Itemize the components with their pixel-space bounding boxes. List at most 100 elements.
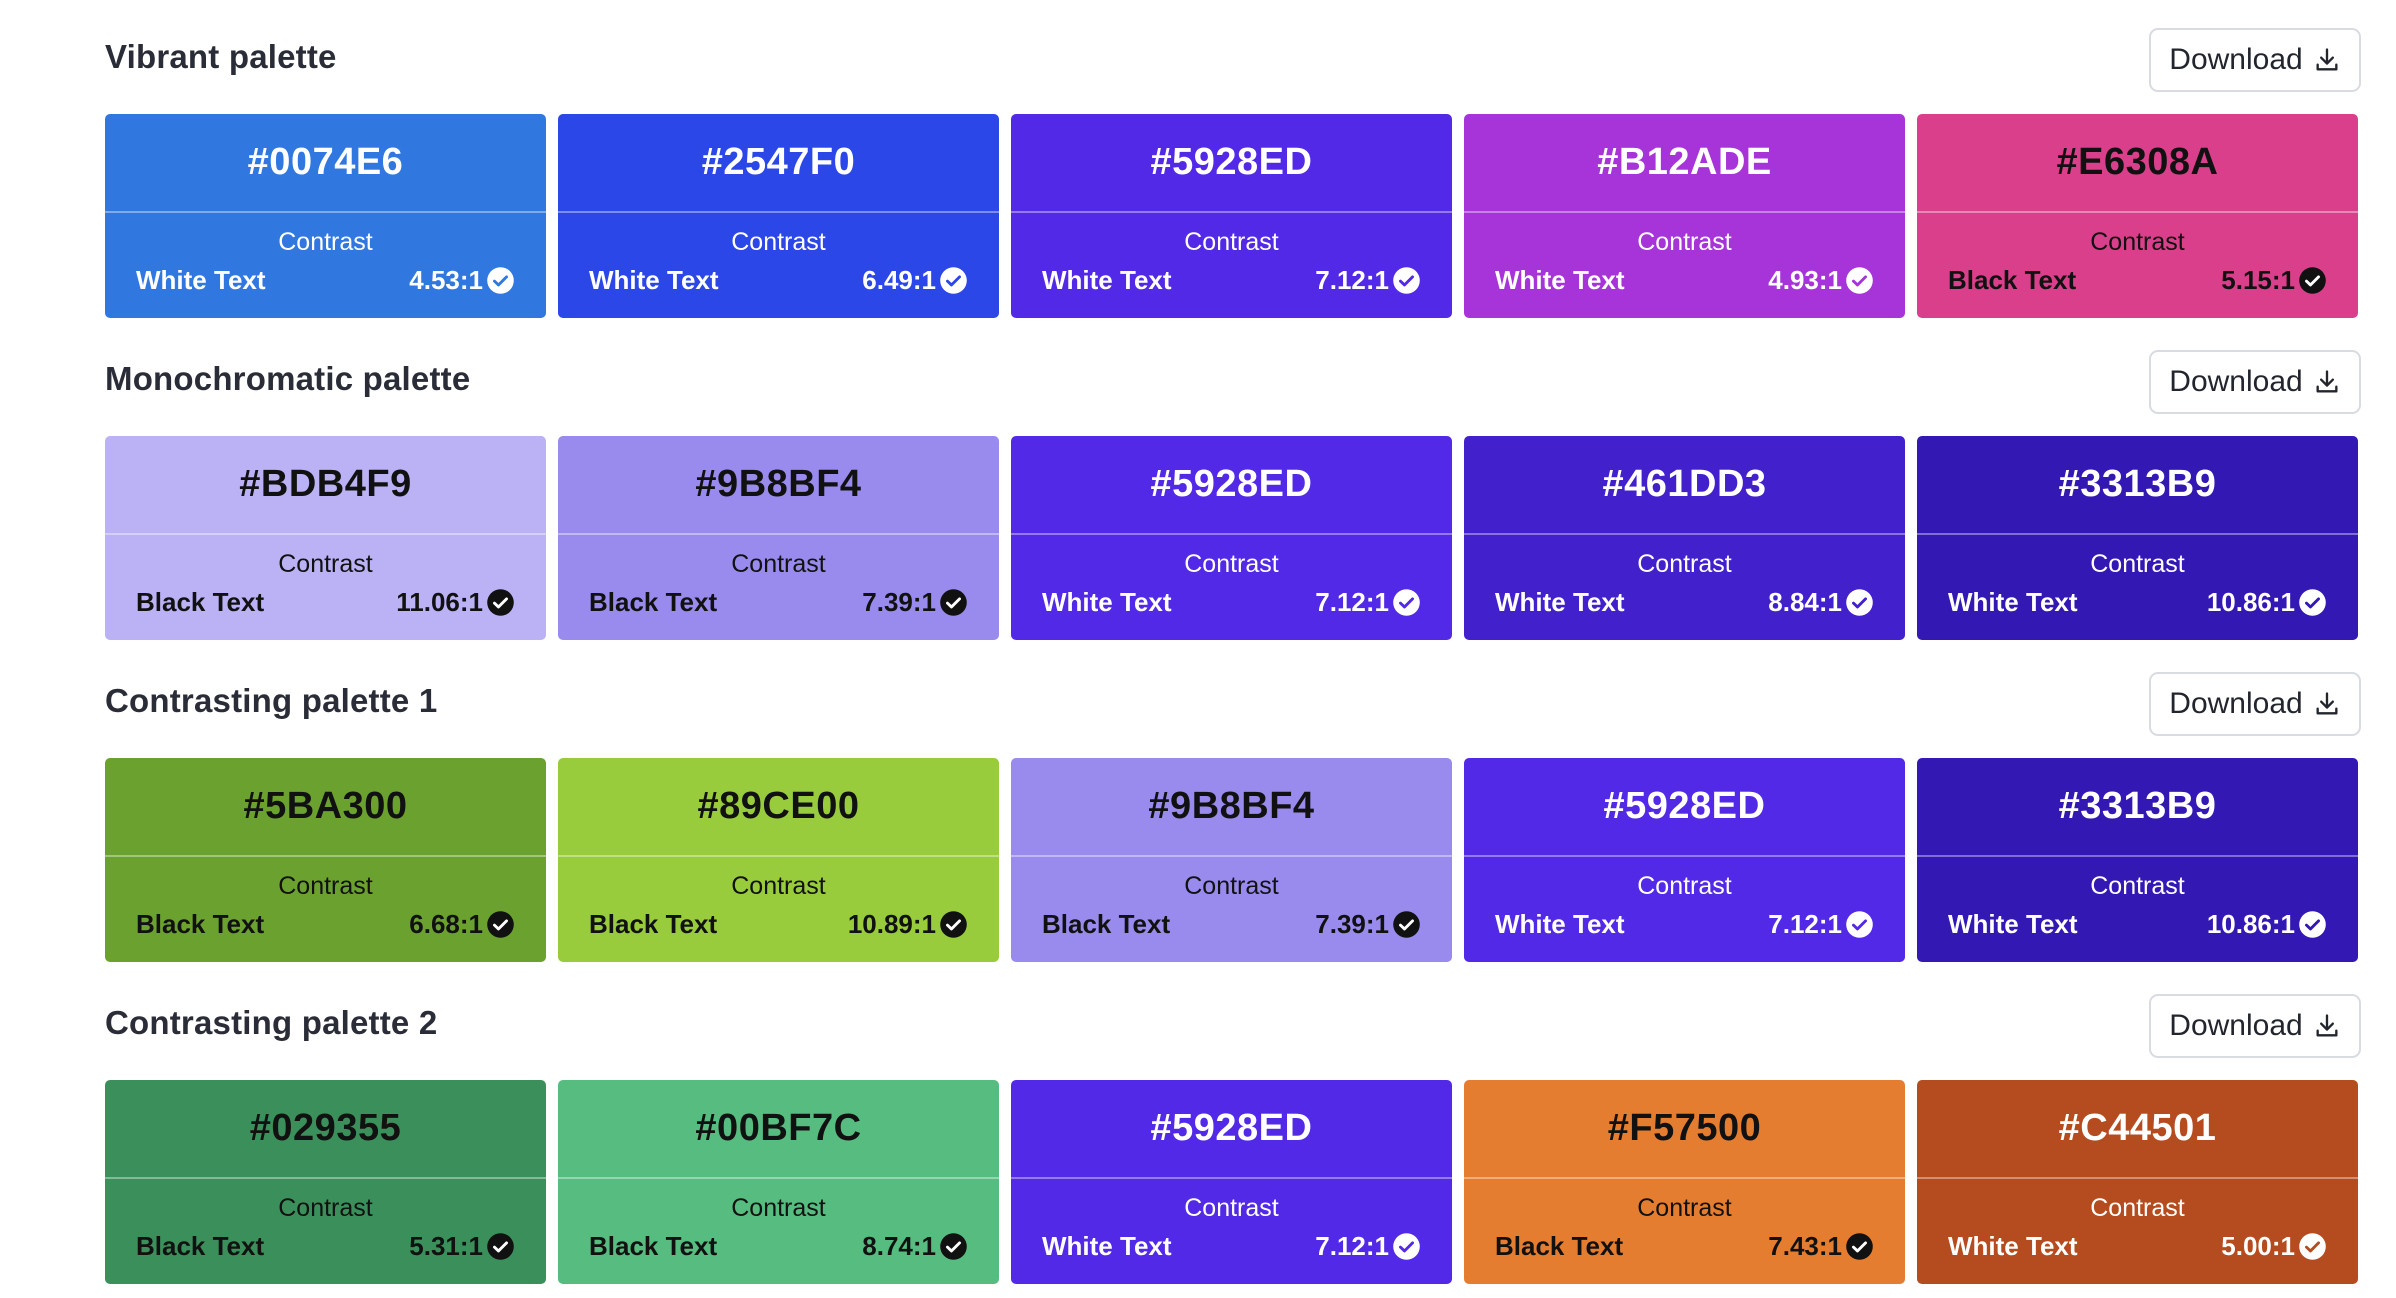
- hex-code[interactable]: #E6308A: [1917, 114, 2358, 213]
- check-circle-icon: [2299, 911, 2326, 938]
- section-header: Contrasting palette 2 Download: [105, 966, 2361, 1058]
- hex-code[interactable]: #3313B9: [1917, 436, 2358, 535]
- color-swatch-card[interactable]: #B12ADE Contrast White Text 4.93:1: [1464, 114, 1905, 318]
- contrast-ratio-value: 7.12:1: [1768, 909, 1842, 939]
- contrast-row: White Text 7.12:1: [1042, 587, 1421, 618]
- download-icon: [2316, 370, 2338, 393]
- text-mode: White Text: [589, 265, 719, 295]
- color-swatch-card[interactable]: #F57500 Contrast Black Text 7.43:1: [1464, 1080, 1905, 1284]
- check-circle-icon: [1393, 1233, 1420, 1260]
- color-swatch-card[interactable]: #461DD3 Contrast White Text 8.84:1: [1464, 436, 1905, 640]
- hex-code[interactable]: #89CE00: [558, 758, 999, 857]
- color-swatch-card[interactable]: #3313B9 Contrast White Text 10.86:1: [1917, 436, 2358, 640]
- contrast-ratio: 4.93:1: [1768, 265, 1874, 296]
- swatch-row: #0074E6 Contrast White Text 4.53:1 #2547F0 Co…: [105, 114, 2358, 318]
- contrast-label: Contrast: [1637, 872, 1732, 900]
- color-swatch-card[interactable]: #E6308A Contrast Black Text 5.15:1: [1917, 114, 2358, 318]
- color-swatch-card[interactable]: #0074E6 Contrast White Text 4.53:1: [105, 114, 546, 318]
- download-label: Download: [2169, 1009, 2303, 1042]
- text-mode: Black Text: [136, 1231, 265, 1261]
- hex-code[interactable]: #9B8BF4: [1011, 758, 1452, 857]
- color-swatch-card[interactable]: #9B8BF4 Contrast Black Text 7.39:1: [558, 436, 999, 640]
- check-circle-icon: [1846, 589, 1873, 616]
- hex-code[interactable]: #B12ADE: [1464, 114, 1905, 213]
- contrast-row: Black Text 5.31:1: [136, 1231, 515, 1262]
- hex-code[interactable]: #2547F0: [558, 114, 999, 213]
- download-button[interactable]: Download: [2149, 994, 2361, 1058]
- hex-code[interactable]: #F57500: [1464, 1080, 1905, 1179]
- hex-code[interactable]: #3313B9: [1917, 758, 2358, 857]
- color-swatch-card[interactable]: #5BA300 Contrast Black Text 6.68:1: [105, 758, 546, 962]
- contrast-row: Black Text 5.15:1: [1948, 265, 2327, 296]
- contrast-ratio: 5.15:1: [2221, 265, 2327, 296]
- color-swatch-card[interactable]: #5928ED Contrast White Text 7.12:1: [1011, 1080, 1452, 1284]
- contrast-info: Contrast Black Text 5.15:1: [1917, 213, 2358, 318]
- contrast-row: White Text 10.86:1: [1948, 587, 2327, 618]
- check-circle-icon: [940, 911, 967, 938]
- contrast-label: Contrast: [2090, 1194, 2185, 1222]
- hex-code[interactable]: #5928ED: [1011, 1080, 1452, 1179]
- color-swatch-card[interactable]: #BDB4F9 Contrast Black Text 11.06:1: [105, 436, 546, 640]
- check-circle-icon: [940, 589, 967, 616]
- contrast-info: Contrast Black Text 7.39:1: [1011, 857, 1452, 962]
- contrast-ratio: 8.84:1: [1768, 587, 1874, 618]
- text-mode: White Text: [1948, 909, 2078, 939]
- color-swatch-card[interactable]: #3313B9 Contrast White Text 10.86:1: [1917, 758, 2358, 962]
- color-swatch-card[interactable]: #00BF7C Contrast Black Text 8.74:1: [558, 1080, 999, 1284]
- hex-code[interactable]: #5928ED: [1464, 758, 1905, 857]
- contrast-ratio-value: 6.49:1: [862, 265, 936, 295]
- hex-code[interactable]: #029355: [105, 1080, 546, 1179]
- hex-code[interactable]: #5928ED: [1011, 114, 1452, 213]
- hex-code[interactable]: #461DD3: [1464, 436, 1905, 535]
- contrast-info: Contrast White Text 10.86:1: [1917, 535, 2358, 640]
- color-swatch-card[interactable]: #2547F0 Contrast White Text 6.49:1: [558, 114, 999, 318]
- download-label: Download: [2169, 687, 2303, 720]
- contrast-label: Contrast: [1184, 228, 1279, 256]
- hex-code[interactable]: #0074E6: [105, 114, 546, 213]
- contrast-ratio: 8.74:1: [862, 1231, 968, 1262]
- hex-code[interactable]: #9B8BF4: [558, 436, 999, 535]
- hex-code[interactable]: #BDB4F9: [105, 436, 546, 535]
- contrast-row: White Text 7.12:1: [1042, 1231, 1421, 1262]
- hex-code[interactable]: #C44501: [1917, 1080, 2358, 1179]
- contrast-ratio: 10.86:1: [2207, 909, 2327, 940]
- contrast-label: Contrast: [1184, 550, 1279, 578]
- contrast-label: Contrast: [731, 872, 826, 900]
- hex-code[interactable]: #5BA300: [105, 758, 546, 857]
- contrast-info: Contrast Black Text 8.74:1: [558, 1179, 999, 1284]
- download-button[interactable]: Download: [2149, 672, 2361, 736]
- contrast-row: White Text 5.00:1: [1948, 1231, 2327, 1262]
- swatch-row: #029355 Contrast Black Text 5.31:1 #00BF7C Co…: [105, 1080, 2358, 1284]
- section-header: Monochromatic palette Download: [105, 322, 2361, 414]
- contrast-ratio-value: 5.15:1: [2221, 265, 2295, 295]
- text-mode: White Text: [1495, 265, 1625, 295]
- color-swatch-card[interactable]: #5928ED Contrast White Text 7.12:1: [1464, 758, 1905, 962]
- contrast-ratio-value: 4.53:1: [409, 265, 483, 295]
- color-swatch-card[interactable]: #9B8BF4 Contrast Black Text 7.39:1: [1011, 758, 1452, 962]
- text-mode: Black Text: [1042, 909, 1171, 939]
- hex-code[interactable]: #5928ED: [1011, 436, 1452, 535]
- contrast-ratio-value: 4.93:1: [1768, 265, 1842, 295]
- contrast-ratio: 7.12:1: [1315, 587, 1421, 618]
- color-swatch-card[interactable]: #89CE00 Contrast Black Text 10.89:1: [558, 758, 999, 962]
- hex-code[interactable]: #00BF7C: [558, 1080, 999, 1179]
- contrast-info: Contrast Black Text 7.43:1: [1464, 1179, 1905, 1284]
- color-swatch-card[interactable]: #5928ED Contrast White Text 7.12:1: [1011, 114, 1452, 318]
- color-swatch-card[interactable]: #029355 Contrast Black Text 5.31:1: [105, 1080, 546, 1284]
- contrast-row: Black Text 8.74:1: [589, 1231, 968, 1262]
- contrast-ratio-value: 7.12:1: [1315, 587, 1389, 617]
- palette-section-contrasting-1: Contrasting palette 1 Download #5BA300 Co…: [105, 644, 2361, 962]
- color-swatch-card[interactable]: #5928ED Contrast White Text 7.12:1: [1011, 436, 1452, 640]
- color-swatch-card[interactable]: #C44501 Contrast White Text 5.00:1: [1917, 1080, 2358, 1284]
- section-header: Vibrant palette Download: [105, 0, 2361, 92]
- contrast-label: Contrast: [278, 1194, 373, 1222]
- contrast-ratio: 5.00:1: [2221, 1231, 2327, 1262]
- contrast-info: Contrast White Text 4.93:1: [1464, 213, 1905, 318]
- download-button[interactable]: Download: [2149, 350, 2361, 414]
- contrast-ratio-value: 7.39:1: [1315, 909, 1389, 939]
- contrast-ratio: 7.12:1: [1315, 1231, 1421, 1262]
- contrast-info: Contrast White Text 7.12:1: [1011, 213, 1452, 318]
- contrast-ratio: 10.89:1: [848, 909, 968, 940]
- contrast-row: White Text 10.86:1: [1948, 909, 2327, 940]
- download-button[interactable]: Download: [2149, 28, 2361, 92]
